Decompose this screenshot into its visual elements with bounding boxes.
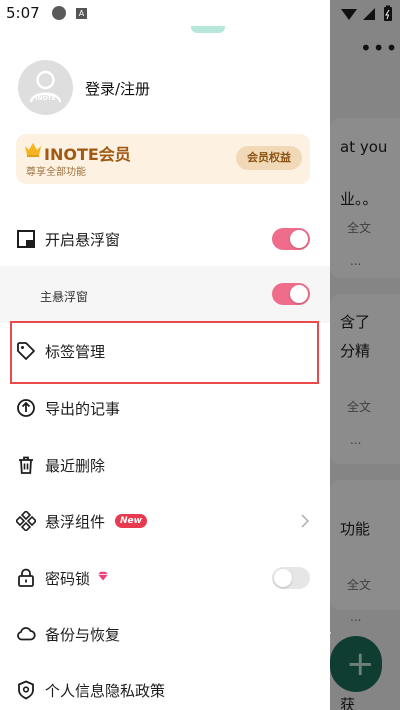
vip-benefits-button[interactable]: 会员权益 bbox=[236, 146, 302, 170]
menu-item-label: 开启悬浮窗 bbox=[45, 231, 121, 249]
menu-item-label: 密码锁 bbox=[45, 570, 91, 588]
lock-icon bbox=[18, 568, 34, 587]
new-badge: New bbox=[115, 514, 147, 528]
menu-item-label: 悬浮组件 bbox=[45, 513, 106, 531]
avatar[interactable]: INOTE bbox=[18, 60, 73, 115]
vip-membership-card[interactable]: INOTE会员 尊享全部功能 会员权益 bbox=[16, 134, 310, 184]
main-floating-window-toggle[interactable] bbox=[272, 283, 310, 305]
export-icon bbox=[17, 399, 35, 417]
menu-item-floating-widgets[interactable]: 悬浮组件 bbox=[0, 493, 330, 549]
menu-item-privacy-policy[interactable]: 个人信息隐私政策 bbox=[0, 662, 330, 710]
menu-item-floating-window[interactable]: 开启悬浮窗 bbox=[0, 211, 330, 267]
vip-subtitle: 尊享全部功能 bbox=[26, 167, 86, 178]
floating-window-toggle[interactable] bbox=[272, 228, 310, 250]
menu-item-label: 个人信息隐私政策 bbox=[45, 682, 166, 700]
status-time: 5:07 bbox=[6, 4, 40, 22]
notification-dot-icon bbox=[52, 6, 66, 20]
toggle-knob bbox=[290, 230, 308, 248]
login-register-link[interactable]: 登录/注册 bbox=[85, 78, 150, 99]
menu-item-exported-notes[interactable]: 导出的记事 bbox=[0, 380, 330, 436]
menu-item-main-floating-window[interactable]: 主悬浮窗 bbox=[0, 266, 330, 323]
toggle-knob bbox=[274, 569, 292, 587]
navigation-drawer: 5:07 A INOTE 登录/注册 INOTE会员 尊享全部功能 会员权益 开… bbox=[0, 0, 330, 710]
menu-item-label: 主悬浮窗 bbox=[40, 290, 89, 304]
highlight-box bbox=[10, 321, 319, 384]
menu-item-password-lock[interactable]: 密码锁 bbox=[0, 550, 330, 606]
app-notification-icon: A bbox=[76, 8, 87, 19]
menu-item-label: 导出的记事 bbox=[45, 400, 121, 418]
widgets-icon bbox=[16, 511, 36, 531]
menu-item-label: 备份与恢复 bbox=[45, 626, 121, 644]
cloud-icon bbox=[17, 627, 36, 641]
user-silhouette-icon bbox=[29, 70, 62, 103]
premium-gem-icon bbox=[98, 571, 108, 581]
avatar-logo-text: INOTE bbox=[35, 95, 56, 102]
password-lock-toggle[interactable] bbox=[272, 567, 310, 589]
vip-title: INOTE会员 bbox=[44, 145, 131, 164]
shield-icon bbox=[18, 680, 34, 700]
menu-item-backup-restore[interactable]: 备份与恢复 bbox=[0, 606, 330, 662]
crown-icon bbox=[25, 143, 41, 157]
floating-window-icon bbox=[17, 230, 35, 248]
toggle-knob bbox=[290, 285, 308, 303]
menu-item-label: 最近删除 bbox=[45, 457, 106, 475]
menu-item-recently-deleted[interactable]: 最近删除 bbox=[0, 437, 330, 493]
trash-icon bbox=[19, 456, 33, 474]
chevron-right-icon bbox=[301, 514, 310, 528]
status-bar: 5:07 A bbox=[0, 0, 400, 28]
